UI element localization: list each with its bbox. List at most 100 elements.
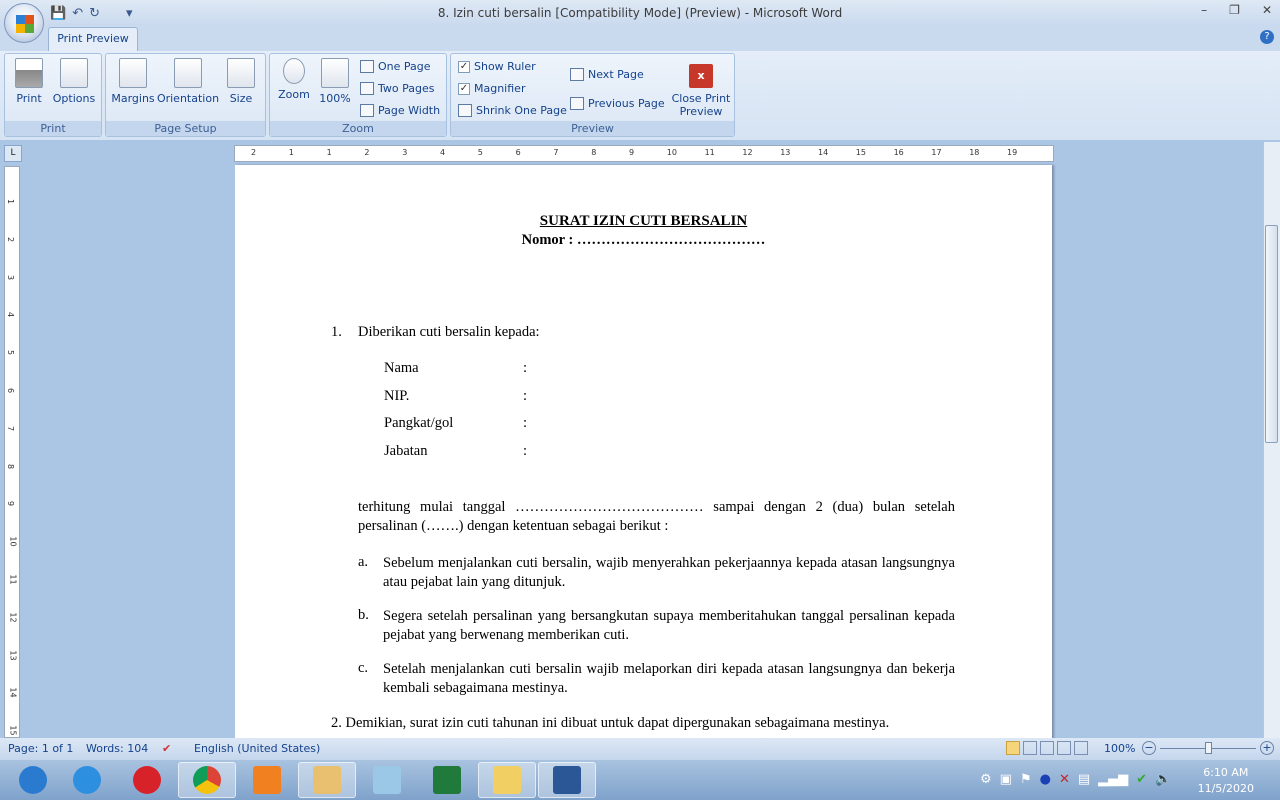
ruler-tick-label: 9 <box>629 148 635 157</box>
item-1-text: Diberikan cuti bersalin kepada: <box>358 324 540 340</box>
scrollbar-thumb[interactable] <box>1265 225 1278 443</box>
taskbar-paint[interactable] <box>298 762 356 798</box>
taskbar-excel[interactable] <box>418 762 476 798</box>
orientation-button[interactable]: Orientation <box>156 58 220 105</box>
ruler-tick-label: 10 <box>666 148 677 157</box>
printer-icon <box>15 58 43 88</box>
two-pages-button[interactable]: Two Pages <box>360 82 434 95</box>
ruler-tick-label: 7 <box>6 425 16 431</box>
tray-app-icon[interactable]: ⚙ <box>980 772 992 787</box>
checkmark-icon: ✓ <box>458 82 470 95</box>
tab-row <box>0 26 1280 51</box>
close-button[interactable]: ✕ <box>1262 3 1272 17</box>
horizontal-ruler[interactable]: 2 1 1 2 3 4 5 6 7 8 9 10 11 12 13 14 15 16 17 18 19 <box>234 145 1054 162</box>
shrink-page-icon <box>458 104 472 117</box>
magnifier-checkbox[interactable]: ✓ Magnifier <box>458 82 525 95</box>
ruler-tick-label: 5 <box>6 350 16 356</box>
chrome-icon <box>193 766 221 794</box>
condition-text: Segera setelah persalinan yang bersangku… <box>383 608 955 643</box>
zoom-100-button[interactable]: 100% <box>318 58 352 105</box>
page-count[interactable]: Page: 1 of 1 <box>8 742 73 755</box>
proofing-icon[interactable]: ✔ <box>162 742 171 755</box>
print-button[interactable]: Print <box>11 58 47 105</box>
file-explorer-icon <box>493 766 521 794</box>
margins-icon <box>119 58 147 88</box>
two-pages-icon <box>360 82 374 95</box>
period-paragraph: terhitung mulai tanggal ………………………………… sa… <box>358 499 955 534</box>
close-print-preview-button[interactable]: x Close Print Preview <box>671 58 731 118</box>
size-button[interactable]: Size <box>224 58 258 105</box>
usb-icon[interactable]: ▤ <box>1078 772 1090 787</box>
ruler-tick-label: 1 <box>326 148 332 157</box>
ruler-tick-label: 14 <box>8 687 18 698</box>
taskbar-file-explorer[interactable] <box>478 762 536 798</box>
word-count[interactable]: Words: 104 <box>86 742 148 755</box>
ruler-tick-label: 11 <box>8 574 18 585</box>
margins-button[interactable]: Margins <box>110 58 156 105</box>
status-bar: Page: 1 of 1 Words: 104 ✔ English (Unite… <box>0 738 1280 760</box>
zoom-button[interactable]: Zoom <box>276 58 312 101</box>
zoom-in-button[interactable]: + <box>1260 741 1274 755</box>
zoom-slider-thumb[interactable] <box>1205 742 1212 754</box>
options-button[interactable]: Options <box>51 58 97 105</box>
action-center-flag-icon[interactable]: ⚑ <box>1020 772 1032 787</box>
zoom-level[interactable]: 100% <box>1104 742 1135 755</box>
office-button[interactable] <box>4 3 44 43</box>
tab-print-preview[interactable]: Print Preview <box>48 27 138 51</box>
opera-icon <box>133 766 161 794</box>
signal-icon[interactable]: ▂▄▆ <box>1098 772 1128 787</box>
zoom-group: Zoom 100% One Page Two Pages Page Width … <box>269 53 447 137</box>
document-page[interactable]: SURAT IZIN CUTI BERSALIN Nomor : …………………… <box>235 165 1052 739</box>
taskbar-word[interactable] <box>538 762 596 798</box>
page-width-button[interactable]: Page Width <box>360 104 440 117</box>
help-icon[interactable]: ? <box>1260 30 1274 44</box>
taskbar-notepad[interactable] <box>358 762 416 798</box>
print-group: Print Options Print <box>4 53 102 137</box>
view-buttons <box>1006 741 1088 755</box>
field-label: NIP. <box>384 387 410 404</box>
document-title: SURAT IZIN CUTI BERSALIN <box>539 213 748 229</box>
taskbar-start[interactable] <box>4 762 62 798</box>
web-layout-icon[interactable] <box>1040 741 1054 755</box>
power-icon[interactable]: ✔ <box>1136 772 1147 787</box>
full-screen-reading-icon[interactable] <box>1023 741 1037 755</box>
paint-icon <box>313 766 341 794</box>
print-layout-view-icon[interactable] <box>1006 741 1020 755</box>
document-number: Nomor : ………………………………… <box>521 232 766 248</box>
ruler-tick-label: 15 <box>855 148 866 157</box>
clock[interactable]: 6:10 AM 11/5/2020 <box>1198 765 1254 797</box>
previous-page-icon <box>570 97 584 110</box>
shrink-one-page-button[interactable]: Shrink One Page <box>458 104 567 117</box>
ruler-tick-label: 15 <box>8 725 18 736</box>
taskbar-chrome[interactable] <box>178 762 236 798</box>
ruler-tick-label: 12 <box>742 148 753 157</box>
bluetooth-icon[interactable]: ● <box>1040 772 1051 787</box>
taskbar-opera[interactable] <box>118 762 176 798</box>
taskbar-internet-explorer[interactable] <box>58 762 116 798</box>
page-width-icon <box>360 104 374 117</box>
start-icon <box>19 766 47 794</box>
ruler-tick-label: 2 <box>251 148 257 157</box>
field-colon: : <box>523 443 528 460</box>
tray-onenote-icon[interactable]: ▣ <box>1000 772 1012 787</box>
outline-view-icon[interactable] <box>1057 741 1071 755</box>
show-ruler-checkbox[interactable]: ✓ Show Ruler <box>458 60 536 73</box>
vertical-ruler[interactable]: 12345678910111213141516 <box>4 166 20 774</box>
preview-group: ✓ Show Ruler ✓ Magnifier Shrink One Page N… <box>450 53 735 137</box>
draft-view-icon[interactable] <box>1074 741 1088 755</box>
tray-x-icon[interactable]: ✕ <box>1059 772 1070 787</box>
volume-icon[interactable]: 🔈 <box>1155 772 1171 787</box>
language[interactable]: English (United States) <box>194 742 320 755</box>
ruler-tick-label: 18 <box>969 148 980 157</box>
previous-page-button[interactable]: Previous Page <box>570 97 665 110</box>
taskbar-media-player[interactable] <box>238 762 296 798</box>
one-page-button[interactable]: One Page <box>360 60 431 73</box>
zoom-out-button[interactable]: − <box>1142 741 1156 755</box>
minimize-button[interactable]: – <box>1201 3 1207 17</box>
maximize-button[interactable]: ❐ <box>1229 3 1240 17</box>
ruler-tick-label: 19 <box>1007 148 1018 157</box>
item-number: 1. <box>331 324 342 340</box>
field-label: Pangkat/gol <box>384 415 454 432</box>
next-page-button[interactable]: Next Page <box>570 68 644 81</box>
tab-selector-button[interactable]: L <box>4 145 22 162</box>
